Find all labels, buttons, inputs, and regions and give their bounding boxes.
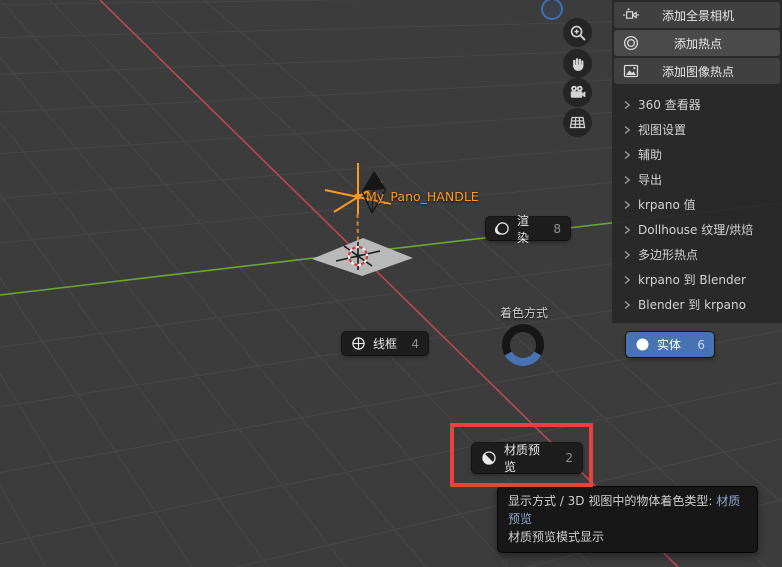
chevron-right-icon [624,175,631,184]
section-assist[interactable]: 辅助 [614,142,780,167]
pie-item-key: 4 [411,336,419,351]
chevron-right-icon [624,200,631,209]
object-name-label: My_Pano_HANDLE [366,189,479,204]
empty-origin-dot [355,194,360,199]
wireframe-shading-icon [352,337,365,350]
rendered-shading-icon [495,222,509,235]
chevron-right-icon [624,275,631,284]
chevron-right-icon [624,225,631,234]
add-pano-camera-label: 添加全景相机 [661,8,734,23]
hand-icon [572,57,583,71]
panel-sections: 360 查看器 视图设置 辅助 导出 krpano 值 Dollhouse 纹理… [614,92,780,317]
pie-item-wireframe[interactable]: 线框 4 [342,332,428,355]
chevron-right-icon [624,125,631,134]
pie-item-solid[interactable]: 实体 6 [626,332,714,357]
add-pano-camera-button[interactable]: 添加全景相机 [614,2,780,28]
chevron-right-icon [624,100,631,109]
grid-perspective-icon [569,116,586,129]
pie-item-label: 渲染 [517,213,530,245]
pano-camera-icon [623,8,639,19]
section-krpano-to-blender[interactable]: krpano 到 Blender [614,267,780,292]
pan-button[interactable] [563,49,592,78]
chevron-right-icon [624,300,631,309]
pie-menu-title: 着色方式 [499,306,548,320]
section-krpano-value[interactable]: krpano 值 [614,192,780,217]
pie-item-key: 8 [553,221,561,236]
annotation-highlight-box [450,423,593,487]
add-hotspot-button[interactable]: 添加热点 [614,30,780,56]
shading-tooltip: 显示方式 / 3D 视图中的物体着色类型: 材质预览 材质预览模式显示 [497,486,758,553]
pie-item-key: 6 [697,337,705,352]
add-image-hotspot-button[interactable]: 添加图像热点 [614,58,780,84]
magnifier-plus-icon [570,25,585,40]
tooltip-line2: 材质预览模式显示 [508,530,605,544]
section-polygon-hotspot[interactable]: 多边形热点 [614,242,780,267]
camera-view-button[interactable] [563,78,592,107]
pie-item-label: 实体 [657,338,682,352]
section-blender-to-krpano[interactable]: Blender 到 krpano [614,292,780,317]
pie-item-rendered[interactable]: 渲染 8 [486,214,570,245]
section-view-settings[interactable]: 视图设置 [614,117,780,142]
pie-direction-ring [502,324,544,366]
section-dollhouse-bake[interactable]: Dollhouse 纹理/烘焙 [614,217,780,242]
orthographic-toggle-button[interactable] [563,108,592,137]
pie-item-label: 线框 [373,337,398,351]
movie-camera-icon [570,85,586,98]
add-image-hotspot-label: 添加图像热点 [661,64,734,79]
chevron-right-icon [624,250,631,259]
section-360-viewer[interactable]: 360 查看器 [614,92,780,117]
section-export[interactable]: 导出 [614,167,780,192]
krpano-addon-panel: 添加全景相机 添加热点 添加图像热点 360 查看器 视图设置 辅助 导出 kr… [612,0,782,323]
blender-3d-viewport: My_Pano_HANDLE 添加全景相机 添加热点 添加图像热点 360 查看… [0,0,782,567]
image-hotspot-icon [623,64,639,78]
zoom-button[interactable] [563,18,592,47]
hotspot-icon [623,35,639,51]
tooltip-line1: 显示方式 / 3D 视图中的物体着色类型: 材质预览 [508,494,741,526]
solid-shading-icon [636,338,649,351]
add-hotspot-label: 添加热点 [673,36,722,51]
chevron-right-icon [624,150,631,159]
plane-object[interactable] [312,238,413,276]
